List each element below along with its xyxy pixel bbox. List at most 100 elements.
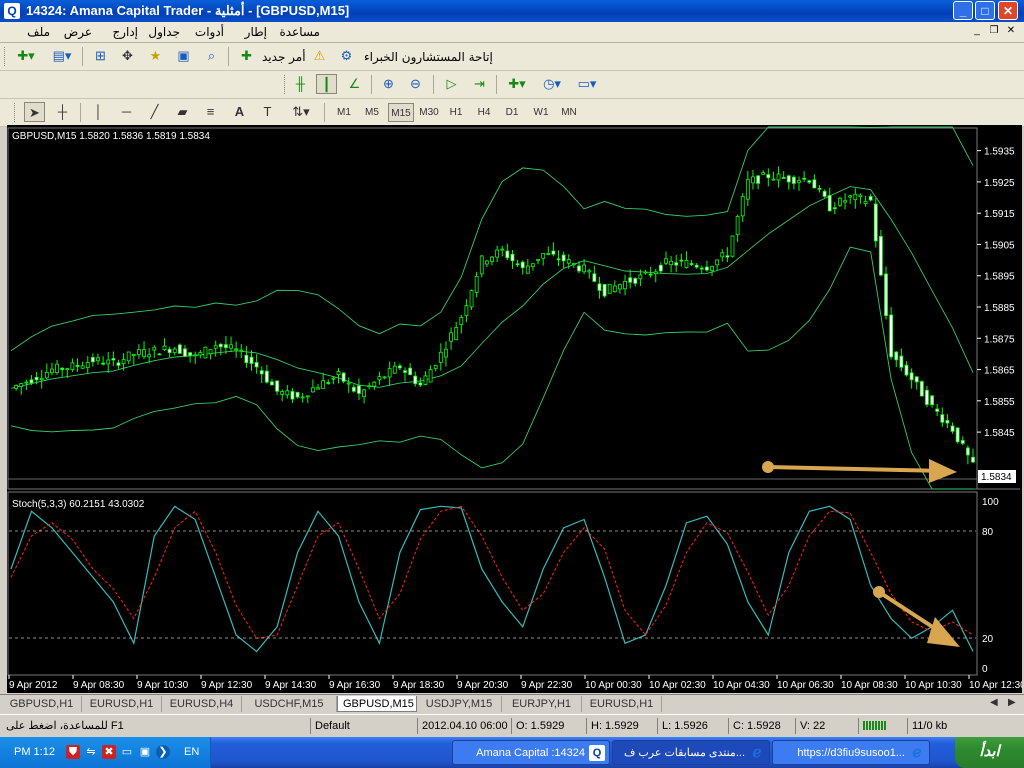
tab-usdchf-m15[interactable]: USDCHF,M15 — [242, 696, 337, 712]
candle-body — [730, 235, 735, 257]
timeframe-mn[interactable]: MN — [556, 103, 582, 122]
text-tool-icon[interactable]: A — [229, 102, 250, 122]
window-titlebar[interactable]: Q 14324: Amana Capital Trader - أمثلية -… — [0, 0, 1024, 22]
start-button[interactable]: ابدأ — [955, 737, 1024, 768]
timeframe-h4[interactable]: H4 — [472, 103, 496, 122]
price-chart[interactable]: 1.5935 1.5925 1.5915 1.5905 1.5895 1.5885 1.58… — [7, 125, 1024, 693]
timeframe-m15[interactable]: M15 — [388, 103, 414, 122]
toolbar-grip[interactable] — [4, 47, 8, 66]
text-label-icon[interactable]: T — [257, 102, 278, 122]
tab-eurusd-h1[interactable]: EURUSD,H1 — [82, 696, 162, 712]
menu-tools[interactable]: أدوات — [195, 25, 224, 39]
menu-help[interactable]: مساعدة — [279, 25, 320, 39]
mdi-close-button[interactable]: ✕ — [1004, 25, 1018, 38]
metaeditor-icon[interactable]: ⚠ — [309, 46, 330, 66]
chart-window[interactable]: 1.5935 1.5925 1.5915 1.5905 1.5895 1.5885 1.58… — [7, 125, 1024, 693]
tab-usdjpy-m15[interactable]: USDJPY,M15 — [417, 696, 502, 712]
candle-body — [239, 349, 244, 352]
menu-window[interactable]: إطار — [245, 25, 267, 39]
candle-body — [628, 277, 633, 283]
display-icon[interactable]: ▭ — [120, 745, 134, 759]
tab-gbpusd-h1[interactable]: GBPUSD,H1 — [2, 696, 82, 712]
task-amana-capital[interactable]: Amana Capital :14324 Q — [452, 740, 610, 765]
time-tick-label: 9 Apr 2012 — [9, 680, 58, 691]
candle-body — [311, 387, 315, 393]
menu-file[interactable]: ملف — [27, 25, 50, 39]
timeframe-m5[interactable]: M5 — [360, 103, 384, 122]
toolbar-grip[interactable] — [14, 103, 18, 122]
navigator-icon[interactable]: ★ — [145, 46, 166, 66]
fibonacci-icon[interactable]: ≡ — [200, 102, 221, 122]
candle-body — [618, 284, 622, 290]
tab-scroll-left-icon[interactable]: ◀ — [990, 697, 998, 708]
task-browser[interactable]: https://d3fiu9susoo1... ℯ — [772, 740, 930, 765]
tab-eurusd-h4[interactable]: EURUSD,H4 — [162, 696, 242, 712]
timeframe-m1[interactable]: M1 — [332, 103, 356, 122]
candle-body — [914, 376, 919, 383]
tab-gbpusd-m15[interactable]: GBPUSD,M15 — [337, 696, 417, 712]
strategy-tester-icon[interactable]: ⌕ — [201, 46, 222, 66]
toolbar-separator — [324, 103, 325, 122]
status-high: H: 1.5929 — [586, 718, 656, 734]
market-watch-icon[interactable]: ⊞ — [90, 46, 111, 66]
timeframe-m30[interactable]: M30 — [416, 103, 442, 122]
mdi-restore-button[interactable]: ❐ — [987, 25, 1001, 38]
shield-icon[interactable]: ⛊ — [66, 745, 80, 759]
tray-clock[interactable]: PM 1:12 — [14, 746, 55, 758]
crosshair-icon[interactable]: ✥ — [117, 46, 138, 66]
tab-eurusd-h1-2[interactable]: EURUSD,H1 — [582, 696, 662, 712]
timeframe-h1[interactable]: H1 — [444, 103, 468, 122]
chart-shift-icon[interactable]: ⇥ — [469, 74, 490, 94]
indicators-icon[interactable]: ✚▾ — [503, 74, 531, 94]
zoom-in-icon[interactable]: ⊕ — [378, 74, 399, 94]
chevron-icon[interactable]: ❯ — [156, 745, 170, 759]
close-button[interactable]: ✕ — [998, 1, 1018, 20]
vertical-line-icon[interactable]: │ — [88, 102, 109, 122]
new-chart-icon[interactable]: ✚▾ — [11, 46, 41, 66]
zoom-out-icon[interactable]: ⊖ — [405, 74, 426, 94]
bar-chart-icon[interactable]: ╫ — [290, 74, 311, 94]
menu-insert[interactable]: إدارج — [112, 25, 138, 39]
candle-body — [797, 180, 801, 183]
new-order-button[interactable]: أمر جديد — [262, 50, 306, 64]
menu-charts[interactable]: جداول — [148, 25, 180, 39]
toolbar-grip[interactable] — [284, 75, 288, 94]
cursor-icon[interactable]: ➤ — [24, 102, 45, 122]
horizontal-line-icon[interactable]: ─ — [116, 102, 137, 122]
candle-body — [101, 362, 106, 365]
network-icon[interactable]: ⇋ — [84, 745, 98, 759]
language-indicator[interactable]: EN — [184, 746, 199, 758]
candle-body — [955, 427, 960, 443]
arrows-icon[interactable]: ⇅▾ — [286, 102, 316, 122]
periods-icon[interactable]: ◷▾ — [538, 74, 566, 94]
line-chart-icon[interactable]: ∠ — [344, 74, 365, 94]
candle-body — [781, 177, 786, 179]
candle-body — [838, 197, 842, 206]
new-order-icon[interactable]: ✚ — [236, 46, 257, 66]
monitor-icon[interactable]: ▣ — [138, 745, 152, 759]
templates-icon[interactable]: ▭▾ — [572, 74, 602, 94]
expert-advisors-icon[interactable]: ⚙ — [336, 46, 357, 66]
expert-advisors-button[interactable]: إتاحة المستشارون الخبراء — [364, 50, 493, 64]
mdi-minimize-button[interactable]: _ — [970, 25, 984, 38]
stoch-header: Stoch(5,3,3) 60.2151 43.0302 — [12, 499, 145, 510]
chart-header: GBPUSD,M15 1.5820 1.5836 1.5819 1.5834 — [12, 131, 210, 142]
auto-scroll-icon[interactable]: ▷ — [441, 74, 462, 94]
timeframe-d1[interactable]: D1 — [500, 103, 524, 122]
minimize-button[interactable]: _ — [953, 1, 973, 20]
alert-icon[interactable]: ✖ — [102, 745, 116, 759]
menu-view[interactable]: عرض — [64, 25, 92, 39]
equidistant-channel-icon[interactable]: ▰ — [172, 102, 193, 122]
tab-scroll-right-icon[interactable]: ▶ — [1008, 697, 1016, 708]
terminal-icon[interactable]: ▣ — [173, 46, 194, 66]
tab-eurjpy-h1[interactable]: EURJPY,H1 — [502, 696, 582, 712]
candle-body — [725, 255, 730, 258]
profiles-icon[interactable]: ▤▾ — [48, 46, 76, 66]
crosshair-tool-icon[interactable]: ┼ — [52, 102, 73, 122]
maximize-button[interactable]: □ — [975, 1, 995, 20]
trendline-icon[interactable]: ╱ — [144, 102, 165, 122]
candlesticks-icon[interactable]: ┃ — [316, 74, 337, 94]
candle-body — [751, 176, 755, 184]
timeframe-w1[interactable]: W1 — [528, 103, 554, 122]
task-forum[interactable]: منتدى مسابقات عرب ف... ℯ — [612, 740, 770, 765]
